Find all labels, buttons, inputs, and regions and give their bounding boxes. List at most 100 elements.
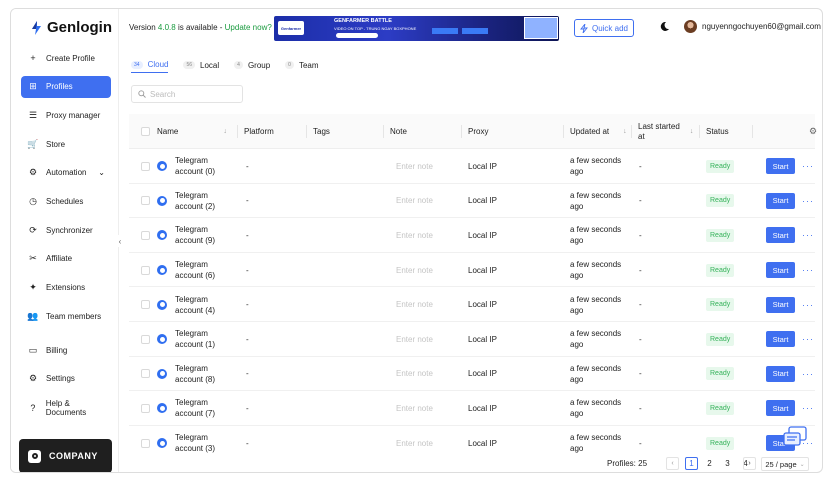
profile-name-cell[interactable]: Telegram account (7) bbox=[157, 391, 215, 426]
page-size-select[interactable]: 25 / page ⌄ bbox=[761, 457, 809, 471]
more-options-icon[interactable]: ··· bbox=[802, 369, 814, 379]
sidebar-item-billing[interactable]: ▭ Billing bbox=[21, 339, 111, 361]
start-button[interactable]: Start bbox=[766, 192, 795, 209]
more-options-icon[interactable]: ··· bbox=[802, 265, 814, 275]
start-button[interactable]: Start bbox=[766, 296, 795, 313]
profile-name-cell[interactable]: Telegram account (9) bbox=[157, 218, 215, 253]
sidebar-nav: + Create Profile ⊞ Profiles ☰ Proxy manager 🛒 S… bbox=[21, 47, 111, 425]
tab-cloud[interactable]: 34 Cloud bbox=[131, 57, 169, 73]
more-options-icon[interactable]: ··· bbox=[802, 196, 814, 206]
profile-name-cell[interactable]: Telegram account (1) bbox=[157, 322, 215, 357]
row-checkbox[interactable] bbox=[141, 391, 150, 426]
sidebar-item-help-documents[interactable]: ? Help & Documents bbox=[21, 397, 111, 419]
tab-team[interactable]: 0 Team bbox=[285, 57, 319, 73]
note-input[interactable]: Enter note bbox=[396, 253, 433, 288]
note-input[interactable]: Enter note bbox=[396, 184, 433, 219]
more-options-icon[interactable]: ··· bbox=[802, 403, 814, 413]
row-checkbox[interactable] bbox=[141, 287, 150, 322]
select-all-checkbox[interactable] bbox=[141, 114, 150, 149]
update-now-link[interactable]: Update now? bbox=[225, 23, 272, 32]
table-row[interactable]: Telegram account (0) - Enter note Local IP a … bbox=[129, 149, 815, 184]
profile-name-cell[interactable]: Telegram account (8) bbox=[157, 357, 215, 392]
next-page-icon[interactable]: › bbox=[743, 457, 756, 470]
row-checkbox[interactable] bbox=[141, 322, 150, 357]
sidebar-item-schedules[interactable]: ◷ Schedules bbox=[21, 190, 111, 212]
collapse-sidebar-chevron-icon[interactable]: ‹ bbox=[115, 235, 125, 247]
table-row[interactable]: Telegram account (2) - Enter note Local IP a … bbox=[129, 184, 815, 219]
start-button[interactable]: Start bbox=[766, 365, 795, 382]
plus-icon: + bbox=[30, 53, 36, 63]
table-row[interactable]: Telegram account (1) - Enter note Local IP a … bbox=[129, 322, 815, 357]
start-button[interactable]: Start bbox=[766, 158, 795, 175]
profile-name-cell[interactable]: Telegram account (6) bbox=[157, 253, 215, 288]
more-options-icon[interactable]: ··· bbox=[802, 161, 814, 171]
profile-name-cell[interactable]: Telegram account (0) bbox=[157, 149, 215, 184]
more-options-icon[interactable]: ··· bbox=[802, 230, 814, 240]
sidebar-item-extensions[interactable]: ✦ Extensions bbox=[21, 277, 111, 299]
sort-arrow-icon[interactable]: ↓ bbox=[690, 127, 694, 137]
row-checkbox[interactable] bbox=[141, 184, 150, 219]
app-logo[interactable]: Genlogin bbox=[31, 19, 112, 36]
table-row[interactable]: Telegram account (8) - Enter note Local IP a … bbox=[129, 357, 815, 392]
profile-name-line-2: account (1) bbox=[175, 340, 216, 350]
prev-page-icon[interactable]: ‹ bbox=[666, 457, 679, 470]
profile-name-line-1: Telegram bbox=[175, 260, 208, 270]
sort-arrow-icon[interactable]: ↓ bbox=[223, 128, 227, 135]
page-number[interactable]: 2 bbox=[703, 457, 716, 470]
col-last-started[interactable]: Last started at ↓ bbox=[630, 114, 694, 149]
updated-at-line-2: ago bbox=[570, 305, 584, 315]
table-row[interactable]: Telegram account (9) - Enter note Local IP a … bbox=[129, 218, 815, 253]
sidebar: Genlogin + Create Profile ⊞ Profiles ☰ Proxy … bbox=[11, 9, 119, 472]
profile-name-cell[interactable]: Telegram account (4) bbox=[157, 287, 215, 322]
updated-at-line-1: a few seconds bbox=[570, 329, 622, 339]
sidebar-item-synchronizer[interactable]: ⟳ Synchronizer bbox=[21, 219, 111, 241]
last-started-cell: - bbox=[639, 265, 642, 275]
sidebar-item-proxy-manager[interactable]: ☰ Proxy manager bbox=[21, 104, 111, 126]
note-input[interactable]: Enter note bbox=[396, 322, 433, 357]
sort-arrow-icon[interactable]: ↓ bbox=[623, 128, 627, 135]
start-button[interactable]: Start bbox=[766, 400, 795, 417]
start-button[interactable]: Start bbox=[766, 331, 795, 348]
col-name[interactable]: Name ↓ bbox=[157, 114, 227, 149]
version-notice: Version 4.0.8 is available - Update now? bbox=[129, 23, 272, 32]
sidebar-item-create-profile[interactable]: + Create Profile bbox=[21, 47, 111, 69]
table-row[interactable]: Telegram account (7) - Enter note Local IP a … bbox=[129, 391, 815, 426]
tab-local[interactable]: 56 Local bbox=[183, 57, 219, 73]
tab-group[interactable]: 4 Group bbox=[234, 57, 270, 73]
table-row[interactable]: Telegram account (4) - Enter note Local IP a … bbox=[129, 287, 815, 322]
sidebar-item-store[interactable]: 🛒 Store bbox=[21, 133, 111, 155]
table-row[interactable]: Telegram account (6) - Enter note Local IP a … bbox=[129, 253, 815, 288]
note-input[interactable]: Enter note bbox=[396, 218, 433, 253]
support-chat-icon[interactable] bbox=[782, 425, 808, 451]
promo-banner[interactable]: Genfarmer GENFARMER BATTLE VIDEO ON TOP … bbox=[274, 16, 559, 41]
note-input[interactable]: Enter note bbox=[396, 149, 433, 184]
note-input[interactable]: Enter note bbox=[396, 357, 433, 392]
start-button[interactable]: Start bbox=[766, 262, 795, 279]
sidebar-item-settings[interactable]: ⚙ Settings bbox=[21, 368, 111, 390]
start-button[interactable]: Start bbox=[766, 227, 795, 244]
sidebar-item-affiliate[interactable]: ✂ Affiliate bbox=[21, 248, 111, 270]
sidebar-item-profiles[interactable]: ⊞ Profiles bbox=[21, 75, 111, 98]
company-button[interactable]: COMPANY bbox=[19, 439, 112, 472]
dark-mode-moon-icon[interactable] bbox=[659, 21, 671, 33]
profile-name-line-2: account (3) bbox=[175, 444, 216, 454]
sidebar-item-automation[interactable]: ⚙ Automation ⌄ bbox=[21, 162, 111, 184]
row-checkbox[interactable] bbox=[141, 149, 150, 184]
note-input[interactable]: Enter note bbox=[396, 391, 433, 426]
sidebar-item-team-members[interactable]: 👥 Team members bbox=[21, 305, 111, 327]
row-checkbox[interactable] bbox=[141, 253, 150, 288]
quick-add-button[interactable]: Quick add bbox=[574, 19, 634, 37]
page-number[interactable]: 3 bbox=[721, 457, 734, 470]
profile-name: Telegram account (7) bbox=[175, 397, 215, 419]
page-number[interactable]: 1 bbox=[685, 457, 698, 470]
search-input[interactable]: Search bbox=[131, 85, 243, 103]
profile-name-cell[interactable]: Telegram account (2) bbox=[157, 184, 215, 219]
more-options-icon[interactable]: ··· bbox=[802, 334, 814, 344]
more-options-icon[interactable]: ··· bbox=[802, 300, 814, 310]
note-input[interactable]: Enter note bbox=[396, 287, 433, 322]
user-menu[interactable]: nguyenngochuyen60@gmail.com ▼ bbox=[684, 20, 822, 33]
col-updated-at[interactable]: Updated at ↓ bbox=[563, 114, 627, 149]
row-checkbox[interactable] bbox=[141, 357, 150, 392]
column-settings-gear-icon[interactable]: ⚙ bbox=[809, 114, 817, 149]
row-checkbox[interactable] bbox=[141, 218, 150, 253]
